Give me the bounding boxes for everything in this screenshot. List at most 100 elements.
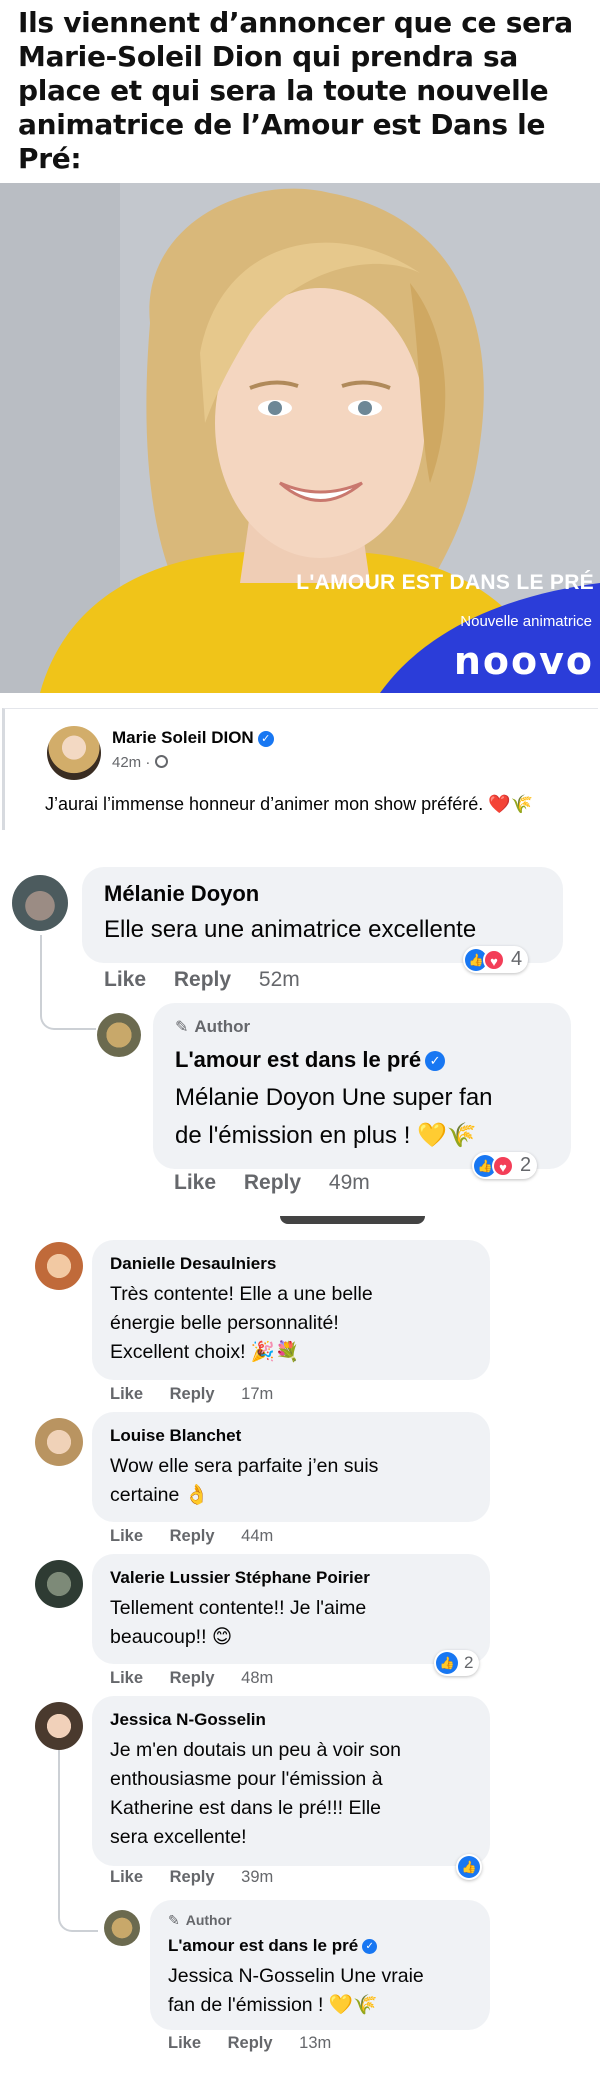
verified-badge-icon: ✓ [425,1051,446,1071]
reply-text-line: de l'émission en plus ! 💛🌾 [175,1122,477,1149]
reaction-count: 4 [511,948,523,970]
reply-text-line: Mélanie Doyon Une super fan [175,1084,493,1111]
comment-text: Wow elle sera parfaite j’en suis certain… [110,1452,378,1510]
reply-author[interactable]: L'amour est dans le pré ✓ [175,1047,446,1073]
comment-time[interactable]: 17m [241,1385,273,1403]
show-title: L'AMOUR EST DANS LE PRÉ [296,571,594,594]
comment-text: Elle sera une animatrice excellente [104,916,477,943]
like-reaction-icon: 👍 [458,1856,480,1878]
comment-text-line: Très contente! Elle a une belle [110,1283,373,1305]
reply-text-line: fan de l'émission ! 💛🌾 [168,1994,378,2016]
comment-author[interactable]: Mélanie Doyon [104,881,259,907]
hero-image[interactable]: L'AMOUR EST DANS LE PRÉ Nouvelle animatr… [0,183,600,693]
comment-text-line: énergie belle personnalité! [110,1312,339,1334]
comment-actions: Like Reply 44m [110,1527,295,1546]
avatar[interactable] [35,1702,83,1750]
love-reaction-icon: ♥ [483,948,505,971]
comment-text-line: certaine 👌 [110,1484,210,1506]
post-time[interactable]: 42m · [112,754,150,771]
reply-text: Jessica N-Gosselin Une vraie fan de l'ém… [168,1962,424,2020]
reply-actions: Like Reply 13m [168,2034,353,2053]
comment-bubble: Jessica N-Gosselin Je m'en doutais un pe… [92,1696,490,1866]
like-button[interactable]: Like [174,1171,216,1194]
avatar[interactable] [35,1418,83,1466]
author-tag: ✎ Author [168,1912,232,1929]
avatar[interactable] [12,875,68,931]
reaction-count: 2 [520,1154,532,1176]
post-author-label[interactable]: Marie Soleil DION [112,728,254,747]
reply-button[interactable]: Reply [170,1868,215,1886]
reply-bubble: ✎ Author L'amour est dans le pré ✓ Jessica… [150,1900,490,2030]
comment-text: Tellement contente!! Je l'aime beaucoup!… [110,1594,366,1652]
reaction-summary[interactable]: 👍 ♥ 4 [463,946,529,973]
reaction-summary[interactable]: 👍 [456,1854,482,1880]
reaction-summary[interactable]: 👍 ♥ 2 [472,1152,538,1179]
comment-text: Je m'en doutais un peu à voir son enthou… [110,1736,401,1852]
reply-button[interactable]: Reply [244,1171,301,1194]
hero-subtitle: Nouvelle animatrice [460,613,592,630]
reply-button[interactable]: Reply [170,1669,215,1687]
like-button[interactable]: Like [110,1527,143,1545]
reply-time[interactable]: 13m [299,2034,331,2052]
avatar[interactable] [35,1242,83,1290]
like-button[interactable]: Like [104,968,146,991]
comment-bubble: Louise Blanchet Wow elle sera parfaite j… [92,1412,490,1522]
comment-text: Très contente! Elle a une belle énergie … [110,1280,373,1367]
comment-text-line: Katherine est dans le pré!!! Elle [110,1797,381,1819]
comment-actions: Like Reply 17m [110,1385,295,1404]
post-text: J’aurai l’immense honneur d’animer mon s… [45,794,534,814]
reply-time[interactable]: 49m [329,1171,370,1194]
thread-line [58,1750,98,1932]
verified-badge-icon: ✓ [362,1939,378,1954]
reply-button[interactable]: Reply [170,1385,215,1403]
reply-author-label[interactable]: L'amour est dans le pré [175,1047,421,1072]
pencil-icon: ✎ [168,1912,180,1928]
comment-text-line: beaucoup!! 😊 [110,1626,233,1648]
like-button[interactable]: Like [110,1868,143,1886]
reaction-summary[interactable]: 👍 2 [434,1650,480,1676]
like-button[interactable]: Like [110,1385,143,1403]
headline-text: Ils viennent d’annoncer que ce sera Mari… [18,6,573,175]
reaction-count: 2 [464,1653,474,1672]
avatar[interactable] [35,1560,83,1608]
comment-actions: Like Reply 48m [110,1669,295,1688]
love-reaction-icon: ♥ [492,1154,514,1177]
comment-bubble: Valerie Lussier Stéphane Poirier Telleme… [92,1554,490,1664]
comment-time[interactable]: 44m [241,1527,273,1545]
reply-text: Mélanie Doyon Une super fan de l'émissio… [175,1079,493,1155]
comment-time[interactable]: 52m [259,968,300,991]
author-tag-label: Author [194,1017,251,1036]
comment-time[interactable]: 48m [241,1669,273,1687]
like-button[interactable]: Like [168,2034,201,2052]
comment-author[interactable]: Valerie Lussier Stéphane Poirier [110,1568,370,1588]
reply-text-line: Jessica N-Gosselin Une vraie [168,1965,424,1987]
pencil-icon: ✎ [175,1019,189,1036]
comment-author[interactable]: Jessica N-Gosselin [110,1710,266,1730]
reply-bubble: ✎ Author L'amour est dans le pré ✓ Mélanie… [153,1003,571,1169]
avatar[interactable] [104,1910,140,1946]
comment-actions: Like Reply 52m [104,968,322,992]
like-button[interactable]: Like [110,1669,143,1687]
like-reaction-icon: 👍 [436,1652,458,1674]
post-author[interactable]: Marie Soleil DION ✓ [112,728,274,748]
avatar[interactable] [97,1013,141,1057]
comment-author[interactable]: Louise Blanchet [110,1426,241,1446]
thread-line [40,935,96,1030]
reply-actions: Like Reply 49m [174,1171,392,1195]
comment-text-line: Tellement contente!! Je l'aime [110,1597,367,1619]
comment-text-line: sera excellente! [110,1826,247,1848]
comment-author[interactable]: Danielle Desaulniers [110,1254,276,1274]
reply-author-label[interactable]: L'amour est dans le pré [168,1936,358,1955]
comment-text-line: Excellent choix! 🎉💐 [110,1341,300,1363]
reply-button[interactable]: Reply [228,2034,273,2052]
post-meta: 42m · [112,754,168,771]
author-tag: ✎ Author [175,1017,250,1037]
globe-icon [154,755,168,768]
comment-actions: Like Reply 39m [110,1868,295,1887]
avatar[interactable] [47,726,101,780]
comment-time[interactable]: 39m [241,1868,273,1886]
reply-button[interactable]: Reply [174,968,231,991]
reply-button[interactable]: Reply [170,1527,215,1545]
reply-author[interactable]: L'amour est dans le pré ✓ [168,1936,378,1956]
comment-text-line: Je m'en doutais un peu à voir son [110,1739,401,1761]
